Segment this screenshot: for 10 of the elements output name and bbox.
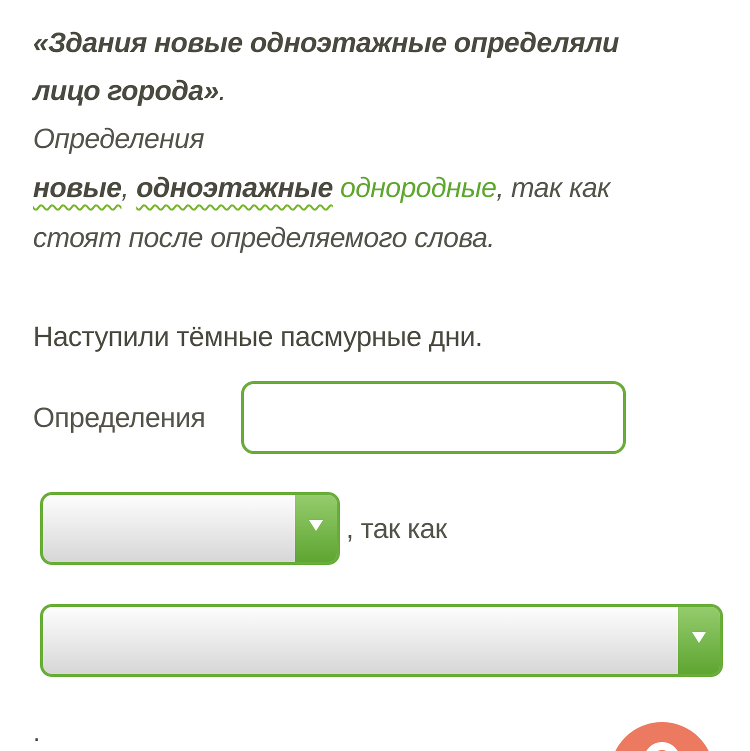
example-label: Определения: [33, 122, 204, 156]
dropdown[interactable]: [40, 604, 723, 677]
dropdown[interactable]: [40, 492, 340, 565]
example-explanation: новые, одноэтажные однородные, так как стоят после определяемого слова.: [33, 171, 612, 255]
connector-text: , так как: [346, 512, 447, 546]
task-sentence: Наступили тёмные пасмурные дни.: [33, 320, 482, 354]
end-mark: .: [33, 717, 40, 747]
definitions-label: Определения: [33, 400, 206, 435]
example-sentence: «Здания новые одноэтажные определяли лицо города».: [33, 26, 620, 108]
answer-field[interactable]: [241, 381, 626, 454]
